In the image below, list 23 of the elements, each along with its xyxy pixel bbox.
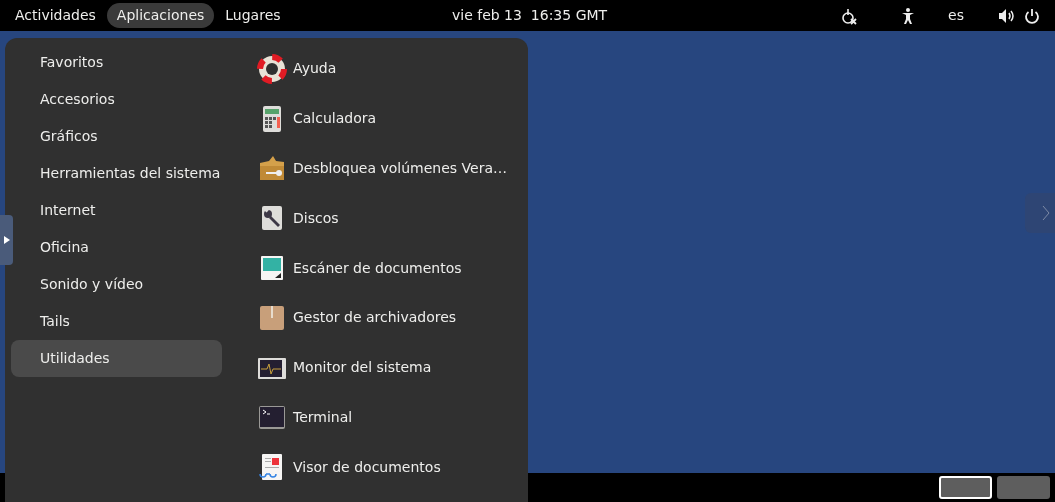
app-item[interactable]: Gestor de archivadores	[257, 293, 507, 343]
category-item[interactable]: Herramientas del sistema	[11, 155, 222, 192]
app-item[interactable]: Monitor del sistema	[257, 342, 507, 393]
category-item[interactable]: Utilidades	[11, 340, 222, 377]
app-item[interactable]: Discos	[257, 193, 507, 244]
top-bar-menu[interactable]: Aplicaciones	[106, 3, 215, 28]
category-item[interactable]: Accesorios	[11, 81, 222, 118]
keyboard-layout[interactable]: es	[948, 5, 964, 26]
clock[interactable]: vie feb 13 16:35 GMT	[444, 5, 616, 26]
category-item[interactable]: Favoritos	[11, 44, 222, 81]
app-item[interactable]: Escáner de documentos	[257, 243, 507, 293]
category-item[interactable]: Gráficos	[11, 118, 222, 155]
category-item[interactable]: Oficina	[11, 229, 222, 266]
category-item[interactable]: Sonido y vídeo	[11, 266, 222, 303]
app-item[interactable]: Calculadora	[257, 93, 507, 144]
app-item[interactable]: Terminal	[257, 392, 507, 443]
top-bar-menu[interactable]: Lugares	[215, 3, 291, 28]
category-item[interactable]: Internet	[11, 192, 222, 229]
app-item[interactable]: Ayuda	[257, 44, 507, 94]
top-bar-menu[interactable]: Actividades	[5, 3, 106, 28]
app-item[interactable]: Desbloquea volúmenes Vera…	[257, 143, 507, 194]
category-item[interactable]: Tails	[11, 303, 222, 340]
app-item[interactable]: Visor de documentos	[257, 442, 507, 493]
